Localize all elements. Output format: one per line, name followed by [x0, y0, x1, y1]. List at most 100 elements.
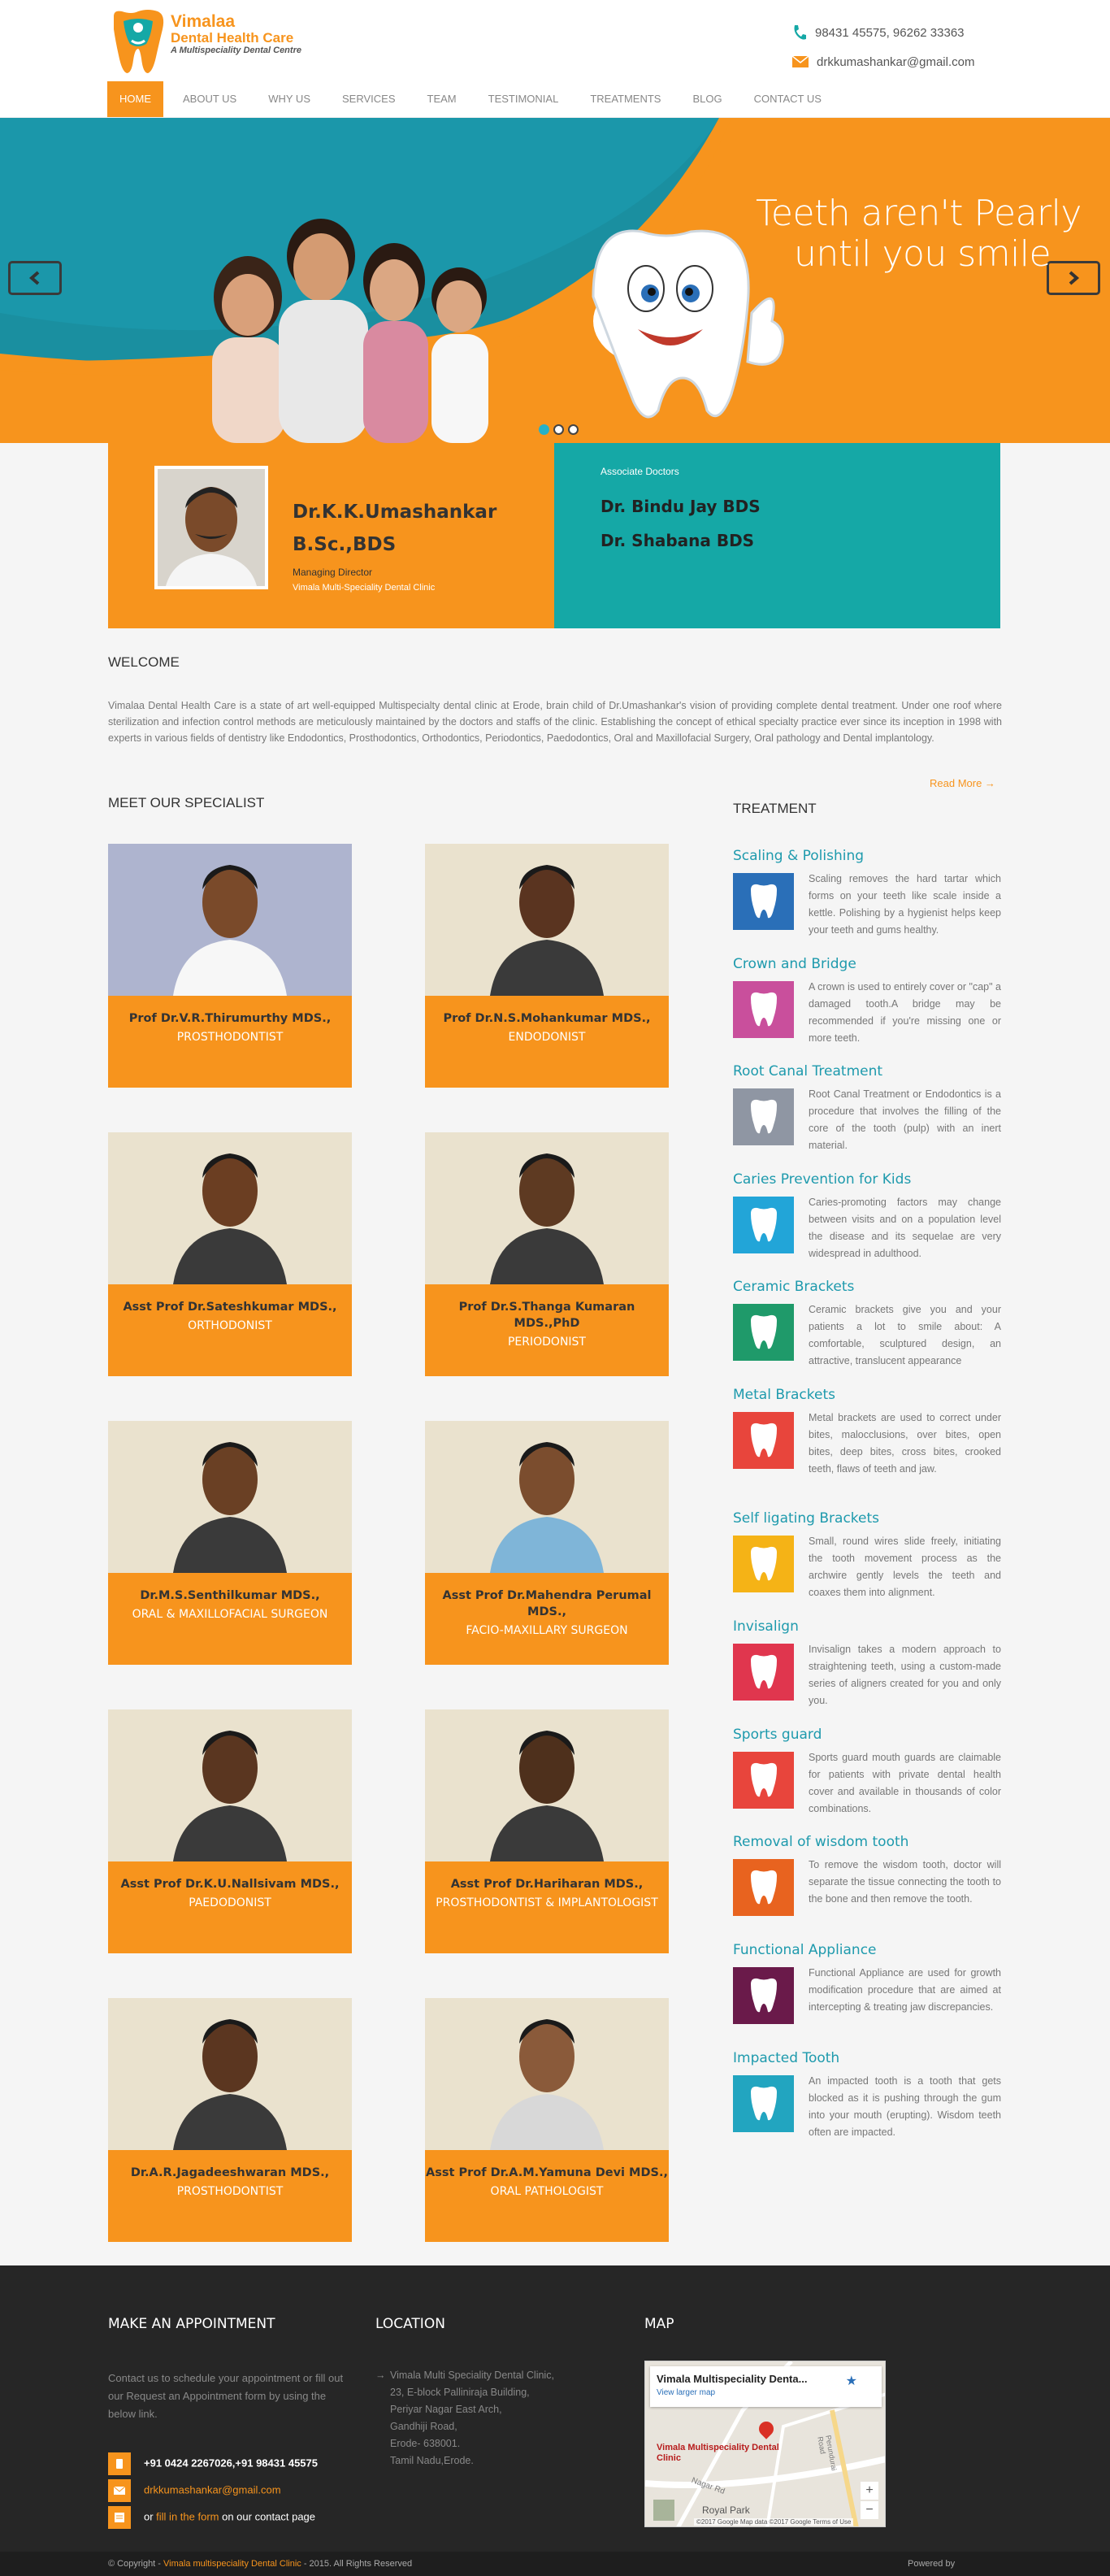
specialist-specialty: PAEDODONIST	[189, 1896, 271, 1909]
map-place-name: Vimala Multispeciality Denta...	[657, 2373, 808, 2385]
logo-subname: Dental Health Care	[171, 30, 294, 46]
treatment-item: Invisalign Invisalign takes a modern appr…	[733, 1618, 1001, 1709]
treatment-title[interactable]: Root Canal Treatment	[733, 1063, 1001, 1079]
specialist-caption: Asst Prof Dr.K.U.Nallsivam MDS., PAEDODON…	[108, 1861, 352, 1953]
address-line-first: Vimala Multi Speciality Dental Clinic,	[390, 2370, 554, 2381]
treatment-item: Crown and Bridge A crown is used to entir…	[733, 956, 1001, 1047]
treatment-heading: TREATMENT	[733, 801, 817, 816]
address-line: Erode- 638001.	[390, 2438, 461, 2449]
logo-tagline: A Multispeciality Dental Centre	[171, 46, 301, 55]
md-name: Dr.K.K.Umashankar	[293, 502, 497, 523]
phone-number[interactable]: 98431 45575, 96262 33363	[815, 26, 965, 40]
treatment-title[interactable]: Scaling & Polishing	[733, 848, 1001, 864]
logo-name: Vimalaa	[171, 12, 236, 31]
specialist-caption: Asst Prof Dr.Mahendra Perumal MDS., FACIO…	[425, 1573, 669, 1665]
specialist-card[interactable]: Asst Prof Dr.Hariharan MDS., PROSTHODONTI…	[425, 1709, 669, 1953]
specialist-caption: Prof Dr.V.R.Thirumurthy MDS., PROSTHODONT…	[108, 996, 352, 1088]
specialist-specialty: PROSTHODONTIST & IMPLANTOLOGIST	[436, 1896, 658, 1909]
directions-icon[interactable]: ★	[846, 2373, 857, 2389]
map-zoom-out[interactable]: −	[861, 2501, 878, 2519]
specialist-name: Asst Prof Dr.A.M.Yamuna Devi MDS.,	[426, 2166, 668, 2179]
treatment-title[interactable]: Removal of wisdom tooth	[733, 1834, 1001, 1850]
form-icon	[108, 2506, 131, 2529]
slider-dot-3[interactable]	[568, 424, 579, 435]
slider-dot-1[interactable]	[539, 424, 549, 435]
specialist-card[interactable]: Dr.A.R.Jagadeeshwaran MDS., PROSTHODONTIS…	[108, 1998, 352, 2242]
md-clinic: Vimala Multi-Speciality Dental Clinic	[293, 583, 436, 593]
specialist-photo	[425, 1709, 669, 1861]
nav-services[interactable]: SERVICES	[330, 81, 408, 117]
address-line: Tamil Nadu,Erode.	[390, 2455, 474, 2466]
specialist-caption: Asst Prof Dr.Sateshkumar MDS., ORTHODONIS…	[108, 1284, 352, 1376]
specialist-specialty: ENDODONIST	[508, 1031, 586, 1044]
slider-dot-2[interactable]	[553, 424, 564, 435]
caries-tooth-icon	[733, 1197, 794, 1253]
md-photo	[154, 466, 268, 589]
treatment-item: Ceramic Brackets Ceramic brackets give yo…	[733, 1279, 1001, 1370]
nav-testimonial[interactable]: TESTIMONIAL	[476, 81, 571, 117]
nav-why-us[interactable]: WHY US	[256, 81, 323, 117]
treatment-title[interactable]: Sports guard	[733, 1727, 1001, 1743]
specialist-card[interactable]: Prof Dr.S.Thanga Kumaran MDS.,PhD PERIODO…	[425, 1132, 669, 1376]
email-icon	[108, 2479, 131, 2502]
map-heading: MAP	[644, 2316, 674, 2332]
nav-blog[interactable]: BLOG	[680, 81, 734, 117]
map-embed[interactable]: Vimala Multispeciality Denta... View lar…	[644, 2361, 886, 2527]
slider-prev-button[interactable]	[8, 261, 62, 295]
specialist-caption: Dr.A.R.Jagadeeshwaran MDS., PROSTHODONTIS…	[108, 2150, 352, 2242]
nav-contact[interactable]: CONTACT US	[742, 81, 834, 117]
treatment-title[interactable]: Caries Prevention for Kids	[733, 1171, 1001, 1188]
specialist-name: Prof Dr.S.Thanga Kumaran MDS.,PhD	[458, 1301, 635, 1330]
nav-home[interactable]: HOME	[107, 81, 163, 117]
welcome-text: Vimalaa Dental Health Care is a state of…	[108, 700, 1002, 744]
main-nav: HOME ABOUT US WHY US SERVICES TEAM TESTI…	[107, 81, 841, 117]
nav-treatments[interactable]: TREATMENTS	[578, 81, 673, 117]
read-more-link[interactable]: Read More →	[930, 777, 995, 789]
treatment-item: Caries Prevention for Kids Caries-promoti…	[733, 1171, 1001, 1262]
ligating-brackets-icon	[733, 1536, 794, 1592]
doctors-banner: Dr.K.K.Umashankar B.Sc.,BDS Managing Dir…	[108, 443, 1000, 628]
map-credit: ©2017 Google Map data ©2017 Google Terms…	[694, 2518, 854, 2526]
specialist-caption: Prof Dr.N.S.Mohankumar MDS., ENDODONIST	[425, 996, 669, 1088]
specialist-caption: Asst Prof Dr.Hariharan MDS., PROSTHODONTI…	[425, 1861, 669, 1953]
sparkling-tooth-icon	[733, 873, 794, 930]
email-address[interactable]: drkkumashankar@gmail.com	[817, 55, 974, 69]
footer-phone[interactable]: +91 0424 2267026,+91 98431 45575	[144, 2457, 318, 2469]
treatment-title[interactable]: Metal Brackets	[733, 1387, 1001, 1403]
specialist-card[interactable]: Prof Dr.V.R.Thirumurthy MDS., PROSTHODONT…	[108, 844, 352, 1088]
map-larger-link[interactable]: View larger map	[657, 2388, 875, 2397]
specialist-card[interactable]: Asst Prof Dr.A.M.Yamuna Devi MDS., ORAL P…	[425, 1998, 669, 2242]
form-link[interactable]: fill in the form	[156, 2510, 219, 2522]
specialist-photo	[425, 844, 669, 996]
treatment-title[interactable]: Invisalign	[733, 1618, 1001, 1635]
treatment-title[interactable]: Self ligating Brackets	[733, 1510, 1001, 1527]
specialist-photo	[108, 1132, 352, 1284]
tooth-mascot	[592, 229, 784, 419]
slider-next-button[interactable]	[1047, 261, 1100, 295]
specialist-card[interactable]: Dr.M.S.Senthilkumar MDS., ORAL & MAXILLOF…	[108, 1421, 352, 1665]
form-post: on our contact page	[219, 2510, 316, 2523]
nav-about[interactable]: ABOUT US	[171, 81, 249, 117]
treatment-title[interactable]: Ceramic Brackets	[733, 1279, 1001, 1295]
nav-team[interactable]: TEAM	[415, 81, 469, 117]
map-zoom-in[interactable]: +	[861, 2482, 878, 2500]
treatment-title[interactable]: Impacted Tooth	[733, 2050, 1001, 2066]
treatment-title[interactable]: Functional Appliance	[733, 1942, 1001, 1958]
specialist-card[interactable]: Asst Prof Dr.Sateshkumar MDS., ORTHODONIS…	[108, 1132, 352, 1376]
specialist-card[interactable]: Prof Dr.N.S.Mohankumar MDS., ENDODONIST	[425, 844, 669, 1088]
specialist-specialty: FACIO-MAXILLARY SURGEON	[466, 1624, 628, 1637]
treatment-item: Scaling & Polishing Scaling removes the h…	[733, 848, 1001, 939]
specialist-name: Asst Prof Dr.Hariharan MDS.,	[450, 1878, 644, 1891]
specialist-card[interactable]: Asst Prof Dr.Mahendra Perumal MDS., FACIO…	[425, 1421, 669, 1665]
copyright-link[interactable]: Vimala multispeciality Dental Clinic	[163, 2559, 301, 2569]
treatment-item: Self ligating Brackets Small, round wires…	[733, 1510, 1001, 1601]
copyright-bar: © Copyright - Vimala multispeciality Den…	[0, 2552, 1110, 2576]
specialist-card[interactable]: Asst Prof Dr.K.U.Nallsivam MDS., PAEDODON…	[108, 1709, 352, 1953]
chevron-right-icon	[1069, 271, 1080, 285]
powered-by: Powered by	[908, 2559, 956, 2569]
welcome-heading: WELCOME	[108, 654, 180, 670]
footer-email[interactable]: drkkumashankar@gmail.com	[144, 2483, 281, 2496]
logo[interactable]: Vimalaa Dental Health Care A Multispecia…	[107, 8, 301, 75]
treatment-title[interactable]: Crown and Bridge	[733, 956, 1001, 972]
copyright-text: © Copyright - Vimala multispeciality Den…	[108, 2559, 413, 2569]
